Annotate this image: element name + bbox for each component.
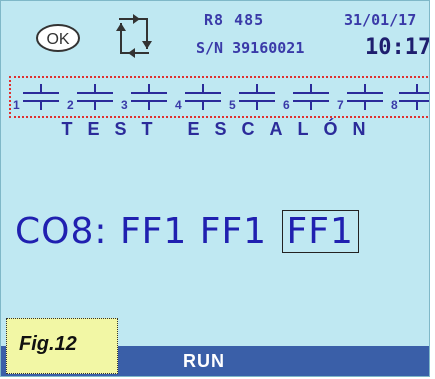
ok-icon: OK (36, 24, 80, 52)
step-number: 7 (337, 98, 344, 112)
date-display: 31/01/17 (344, 11, 417, 29)
step-number: 4 (175, 98, 182, 112)
status-label: RUN (183, 351, 225, 371)
model-label: R8 485 (204, 11, 265, 29)
step-number: 3 (121, 98, 128, 112)
capacitor-icon (131, 84, 167, 110)
reading-prefix: CO8: (15, 211, 108, 252)
reading-value: FF1 (199, 211, 268, 252)
cycle-arrows-icon (116, 14, 152, 58)
capacitor-icon (293, 84, 329, 110)
capacitor-icon (23, 84, 59, 110)
step-number: 5 (229, 98, 236, 112)
figure-label: Fig.12 (19, 333, 77, 355)
capacitor-icon (77, 84, 113, 110)
capacitor-icon (399, 84, 429, 110)
step-number: 8 (391, 98, 398, 112)
reading-value: FF1 (119, 211, 188, 252)
reading-value-selected[interactable]: FF1 (281, 210, 359, 253)
capacitor-icon (185, 84, 221, 110)
screen-title: TEST ESCALÓN (61, 119, 381, 139)
step-number: 1 (13, 98, 20, 112)
step-reading: CO8: FF1 FF1 FF1 (15, 210, 359, 253)
figure-label-box: Fig.12 (6, 318, 118, 374)
ok-label: OK (46, 31, 69, 48)
step-number: 6 (283, 98, 290, 112)
serial-number: S/N 39160021 (196, 39, 305, 57)
capacitor-icon (239, 84, 275, 110)
step-number: 2 (67, 98, 74, 112)
capacitor-icon (347, 84, 383, 110)
capacitor-steps-row: 1 2 3 4 5 6 7 8 (9, 76, 429, 118)
time-display: 10:17 (365, 35, 430, 60)
